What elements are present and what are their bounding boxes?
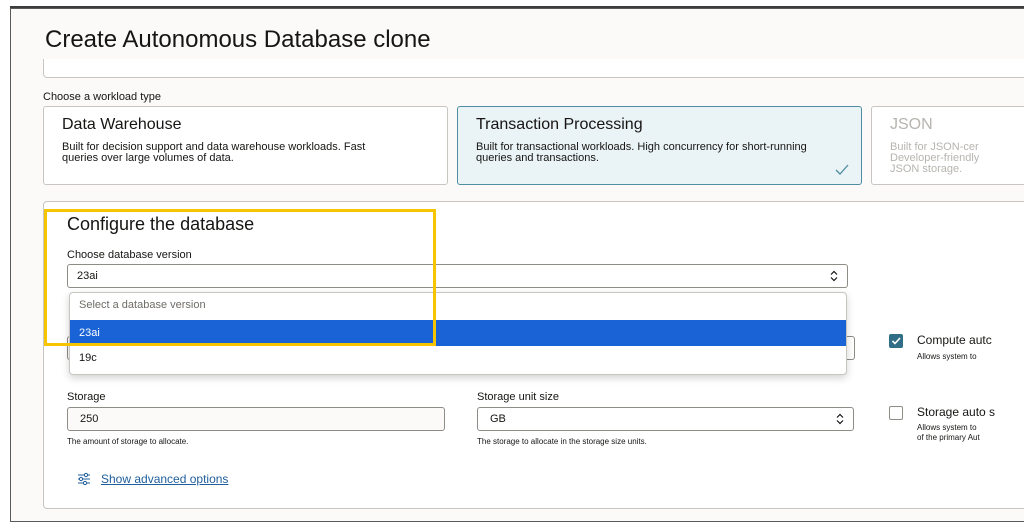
dropdown-option-19c[interactable]: 19c xyxy=(70,352,846,364)
show-advanced-options-link[interactable]: Show advanced options xyxy=(101,472,228,486)
storage-value: 250 xyxy=(80,413,99,425)
checkbox-check-icon xyxy=(891,337,901,345)
compute-auto-scaling-checkbox[interactable] xyxy=(889,334,903,348)
workload-type-label: Choose a workload type xyxy=(43,91,162,103)
select-updown-icon xyxy=(830,270,838,282)
database-version-value: 23ai xyxy=(77,270,98,282)
storage-input[interactable]: 250 xyxy=(67,407,445,431)
page-title: Create Autonomous Database clone xyxy=(45,26,431,53)
storage-auto-scaling-help-2: of the primary Aut xyxy=(917,433,980,442)
card-title: JSON xyxy=(890,116,933,133)
database-version-dropdown: Select a database version 23ai 19c xyxy=(69,292,847,375)
create-clone-panel: Create Autonomous Database clone Choose … xyxy=(10,8,1024,522)
card-description: Built for transactional workloads. High … xyxy=(476,141,807,164)
storage-unit-help: The storage to allocate in the storage s… xyxy=(477,437,647,446)
database-version-select[interactable]: 23ai xyxy=(67,264,848,288)
configure-database-title: Configure the database xyxy=(67,214,255,234)
workload-card-data-warehouse[interactable]: Data Warehouse Built for decision suppor… xyxy=(43,106,448,185)
database-version-label: Choose database version xyxy=(67,249,192,261)
compute-auto-scaling-help: Allows system to xyxy=(917,352,977,361)
workload-card-transaction-processing[interactable]: Transaction Processing Built for transac… xyxy=(457,106,862,185)
previous-section-card xyxy=(43,59,1024,78)
storage-unit-label: Storage unit size xyxy=(477,391,559,403)
dropdown-option-23ai[interactable]: 23ai xyxy=(70,320,846,346)
workload-card-json[interactable]: JSON Built for JSON-cer Developer-friend… xyxy=(871,106,1024,185)
card-title: Data Warehouse xyxy=(62,116,182,133)
storage-auto-scaling-label: Storage auto s xyxy=(917,405,996,419)
card-description: Built for decision support and data ware… xyxy=(62,141,366,164)
storage-unit-select[interactable]: GB xyxy=(477,407,854,431)
dropdown-placeholder: Select a database version xyxy=(79,299,206,311)
sliders-icon xyxy=(78,472,90,486)
storage-unit-value: GB xyxy=(490,413,506,425)
storage-label: Storage xyxy=(67,391,106,403)
checkmark-icon xyxy=(835,164,849,175)
compute-auto-scaling-label: Compute autc xyxy=(917,333,992,347)
storage-auto-scaling-help: Allows system to xyxy=(917,423,977,432)
card-title: Transaction Processing xyxy=(476,116,643,133)
storage-auto-scaling-checkbox[interactable] xyxy=(889,406,903,420)
storage-help: The amount of storage to allocate. xyxy=(67,437,189,446)
card-description: Built for JSON-cer Developer-friendly JS… xyxy=(890,141,980,175)
select-updown-icon xyxy=(836,413,844,425)
